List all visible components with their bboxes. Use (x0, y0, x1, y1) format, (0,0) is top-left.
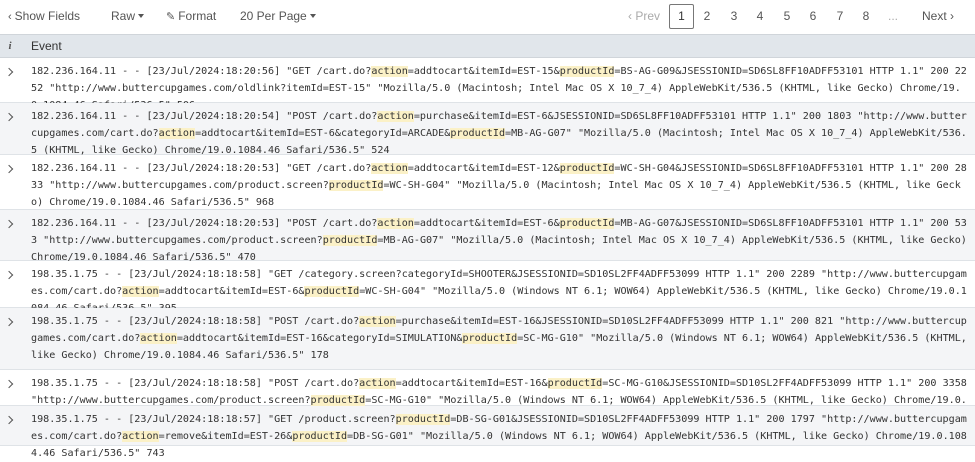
page-number: 7 (836, 9, 844, 23)
search-term-highlight[interactable]: productId (559, 66, 615, 77)
events-table-header: i Event (0, 34, 975, 58)
event-raw-text: 198.35.1.75 - - [23/Jul/2024:18:18:58] "… (31, 316, 967, 361)
search-term-highlight[interactable]: action (371, 163, 408, 174)
search-term-highlight[interactable]: action (122, 286, 159, 297)
event-row[interactable]: 182.236.164.11 - - [23/Jul/2024:18:20:54… (0, 103, 975, 156)
search-term-highlight[interactable]: action (371, 66, 408, 77)
show-fields-button[interactable]: ‹ Show Fields (8, 0, 80, 33)
search-term-highlight[interactable]: productId (450, 128, 506, 139)
next-label: Next (921, 9, 947, 23)
search-term-highlight[interactable]: productId (395, 414, 451, 425)
page-number: 4 (756, 9, 764, 23)
prev-page-button[interactable]: ‹ Prev (622, 4, 666, 29)
page-button-4[interactable]: 4 (749, 4, 771, 29)
expand-chevron-icon[interactable] (3, 412, 15, 426)
caret-down-icon (309, 13, 316, 18)
raw-label: Raw (111, 9, 136, 23)
events-list: 182.236.164.11 - - [23/Jul/2024:18:20:56… (0, 58, 975, 459)
chevron-left-icon: ‹ (8, 11, 12, 23)
page-button-2[interactable]: 2 (696, 4, 718, 29)
page-button-1[interactable]: 1 (669, 4, 694, 29)
page-button-7[interactable]: 7 (829, 4, 851, 29)
event-row[interactable]: 182.236.164.11 - - [23/Jul/2024:18:20:53… (0, 155, 975, 210)
event-raw-text: 198.35.1.75 - - [23/Jul/2024:18:18:57] "… (31, 414, 967, 459)
search-term-highlight[interactable]: action (122, 431, 159, 442)
expand-chevron-icon[interactable] (3, 216, 15, 230)
search-term-highlight[interactable]: productId (559, 218, 615, 229)
page-number: 6 (809, 9, 817, 23)
raw-dropdown[interactable]: Raw (111, 0, 145, 33)
event-row[interactable]: 198.35.1.75 - - [23/Jul/2024:18:18:57] "… (0, 406, 975, 459)
search-term-highlight[interactable]: action (377, 111, 414, 122)
page-number: 3 (730, 9, 738, 23)
per-page-dropdown[interactable]: 20 Per Page (240, 0, 316, 33)
chevron-left-icon: ‹ (627, 9, 632, 23)
event-raw-text: 182.236.164.11 - - [23/Jul/2024:18:20:53… (31, 163, 967, 208)
expand-chevron-icon[interactable] (3, 314, 15, 328)
event-row[interactable]: 198.35.1.75 - - [23/Jul/2024:18:18:58] "… (0, 261, 975, 314)
page-button-8[interactable]: 8 (855, 4, 877, 29)
show-fields-label: Show Fields (14, 9, 81, 23)
page-number: 1 (678, 9, 685, 23)
search-term-highlight[interactable]: productId (559, 163, 615, 174)
pencil-icon: ✎ (166, 11, 176, 23)
event-raw-text: 182.236.164.11 - - [23/Jul/2024:18:20:54… (31, 111, 967, 156)
event-row[interactable]: 182.236.164.11 - - [23/Jul/2024:18:20:53… (0, 210, 975, 263)
caret-down-icon (138, 13, 145, 18)
info-column-header: i (8, 40, 12, 52)
prev-label: Prev (635, 9, 661, 23)
page-number: 8 (862, 9, 870, 23)
search-term-highlight[interactable]: productId (310, 395, 366, 406)
expand-chevron-icon[interactable] (3, 64, 15, 78)
search-term-highlight[interactable]: action (158, 128, 196, 139)
page-number: 2 (703, 9, 711, 23)
search-term-highlight[interactable]: productId (462, 333, 518, 344)
search-term-highlight[interactable]: action (359, 316, 396, 327)
event-raw-text: 182.236.164.11 - - [23/Jul/2024:18:20:53… (31, 218, 967, 263)
pagination-ellipsis: ... (887, 9, 898, 23)
page-button-5[interactable]: 5 (776, 4, 798, 29)
expand-chevron-icon[interactable] (3, 161, 15, 175)
results-toolbar: ‹ Show Fields Raw ✎ Format 20 Per Page ‹ P… (0, 0, 975, 33)
page-button-6[interactable]: 6 (802, 4, 824, 29)
page-button-3[interactable]: 3 (723, 4, 745, 29)
search-term-highlight[interactable]: action (377, 218, 414, 229)
search-term-highlight[interactable]: action (359, 378, 396, 389)
event-column-header[interactable]: Event (31, 35, 62, 57)
page-number: 5 (783, 9, 791, 23)
event-row[interactable]: 198.35.1.75 - - [23/Jul/2024:18:18:58] "… (0, 370, 975, 423)
search-term-highlight[interactable]: action (140, 333, 177, 344)
next-page-button[interactable]: Next › (912, 4, 964, 29)
format-button[interactable]: ✎ Format (166, 0, 216, 33)
expand-chevron-icon[interactable] (3, 376, 15, 390)
search-term-highlight[interactable]: productId (328, 180, 384, 191)
per-page-label: 20 Per Page (240, 9, 307, 23)
event-row[interactable]: 198.35.1.75 - - [23/Jul/2024:18:18:58] "… (0, 308, 975, 370)
search-term-highlight[interactable]: productId (292, 431, 348, 442)
expand-chevron-icon[interactable] (3, 267, 15, 281)
search-term-highlight[interactable]: productId (304, 286, 360, 297)
event-row[interactable]: 182.236.164.11 - - [23/Jul/2024:18:20:56… (0, 58, 975, 111)
format-label: Format (178, 9, 217, 23)
search-term-highlight[interactable]: productId (547, 378, 603, 389)
search-term-highlight[interactable]: productId (322, 235, 378, 246)
chevron-right-icon: › (950, 9, 955, 23)
expand-chevron-icon[interactable] (3, 109, 15, 123)
